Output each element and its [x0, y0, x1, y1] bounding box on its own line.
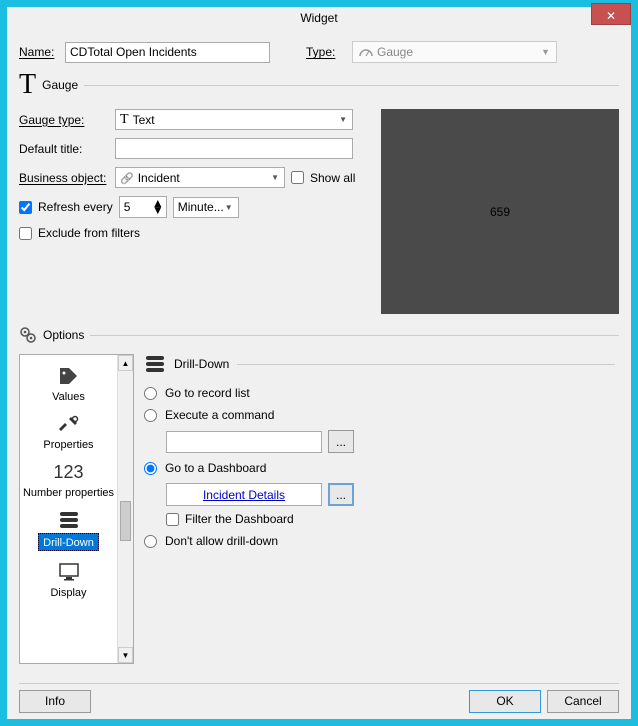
gauge-type-combo[interactable]: T Text ▼	[115, 109, 353, 130]
sidebar-label: Properties	[22, 439, 115, 451]
refresh-unit-combo[interactable]: Minute... ▼	[173, 197, 239, 218]
monitor-icon	[22, 559, 115, 585]
gauge-icon	[359, 47, 373, 57]
sidebar-item-drilldown[interactable]: Drill-Down	[20, 503, 117, 555]
scroll-thumb[interactable]	[120, 501, 131, 541]
stack-icon	[144, 354, 166, 374]
dialog-footer: Info OK Cancel	[19, 683, 619, 713]
sidebar-label: Values	[22, 391, 115, 403]
type-label: Type:	[306, 45, 346, 59]
gear-icon	[19, 326, 37, 344]
tag-icon	[22, 363, 115, 389]
dashboard-link-button[interactable]: Incident Details	[166, 483, 322, 506]
gauge-preview: 659	[381, 109, 619, 314]
execute-cmd-label: Execute a command	[165, 408, 274, 422]
close-button[interactable]: ✕	[591, 3, 631, 25]
drilldown-header-label: Drill-Down	[174, 357, 229, 371]
sidebar-label: Display	[22, 587, 115, 599]
business-object-label: Business object:	[19, 171, 109, 185]
filter-dashboard-checkbox[interactable]	[166, 513, 179, 526]
spin-down-icon[interactable]: ▼	[152, 207, 164, 214]
show-all-checkbox[interactable]	[291, 171, 304, 184]
widget-dialog: Widget ✕ Name: Type: Gauge ▼ T Gauge	[6, 6, 632, 720]
type-value: Gauge	[377, 45, 413, 59]
radio-dont-allow[interactable]	[144, 535, 157, 548]
dont-allow-label: Don't allow drill-down	[165, 534, 278, 548]
command-input[interactable]	[166, 431, 322, 453]
exclude-filters-checkbox[interactable]	[19, 227, 32, 240]
chevron-down-icon: ▼	[225, 203, 233, 212]
ok-button[interactable]: OK	[469, 690, 541, 713]
chevron-down-icon: ▼	[541, 47, 550, 57]
type-combo[interactable]: Gauge ▼	[352, 41, 557, 63]
refresh-value: 5	[124, 200, 131, 214]
name-input[interactable]	[65, 42, 270, 63]
business-object-combo[interactable]: Incident ▼	[115, 167, 285, 188]
show-all-label: Show all	[310, 171, 355, 185]
scroll-down-icon[interactable]: ▼	[118, 647, 133, 663]
numbers-icon: 123	[22, 459, 115, 485]
drilldown-panel: Drill-Down Go to record list Execute a c…	[140, 354, 619, 664]
sidebar-label: Number properties	[22, 487, 115, 499]
close-icon: ✕	[606, 9, 616, 23]
chevron-down-icon: ▼	[339, 115, 347, 124]
chevron-down-icon: ▼	[271, 173, 279, 182]
refresh-spin[interactable]: 5 ▲▼	[119, 196, 167, 218]
radio-execute-cmd[interactable]	[144, 409, 157, 422]
cancel-button[interactable]: Cancel	[547, 690, 619, 713]
chain-icon	[120, 171, 134, 185]
options-sidebar: Values Properties 123 Number properties …	[19, 354, 134, 664]
radio-go-record[interactable]	[144, 387, 157, 400]
gauge-type-label: Gauge type:	[19, 113, 109, 127]
gauge-section-label: Gauge	[42, 78, 78, 92]
options-section-header: Options	[19, 326, 619, 344]
preview-value: 659	[490, 205, 510, 219]
refresh-unit-value: Minute...	[178, 200, 224, 214]
sidebar-label: Drill-Down	[43, 537, 94, 549]
filter-dashboard-label: Filter the Dashboard	[185, 512, 294, 526]
go-dashboard-label: Go to a Dashboard	[165, 461, 266, 475]
name-label: Name:	[19, 45, 59, 59]
browse-dashboard-button[interactable]: ...	[328, 483, 354, 506]
sidebar-item-number-properties[interactable]: 123 Number properties	[20, 455, 117, 503]
go-record-label: Go to record list	[165, 386, 250, 400]
tools-icon	[22, 411, 115, 437]
info-button[interactable]: Info	[19, 690, 91, 713]
titlebar: Widget ✕	[7, 7, 631, 29]
refresh-label: Refresh every	[38, 200, 113, 214]
window-title: Widget	[300, 11, 337, 25]
exclude-filters-label: Exclude from filters	[38, 226, 140, 240]
gauge-section-header: T Gauge	[19, 71, 619, 99]
sidebar-item-properties[interactable]: Properties	[20, 407, 117, 455]
radio-go-dashboard[interactable]	[144, 462, 157, 475]
sidebar-scrollbar[interactable]: ▲ ▼	[117, 355, 133, 663]
scroll-up-icon[interactable]: ▲	[118, 355, 133, 371]
gauge-type-value: Text	[133, 113, 155, 127]
default-title-label: Default title:	[19, 142, 109, 156]
default-title-input[interactable]	[115, 138, 353, 159]
text-icon: T	[19, 71, 36, 99]
business-object-value: Incident	[138, 171, 180, 185]
sidebar-item-display[interactable]: Display	[20, 555, 117, 603]
text-icon-small: T	[120, 112, 129, 128]
options-section-label: Options	[43, 328, 84, 342]
browse-cmd-button[interactable]: ...	[328, 430, 354, 453]
refresh-checkbox[interactable]	[19, 201, 32, 214]
sidebar-item-values[interactable]: Values	[20, 359, 117, 407]
stack-icon	[22, 507, 115, 533]
